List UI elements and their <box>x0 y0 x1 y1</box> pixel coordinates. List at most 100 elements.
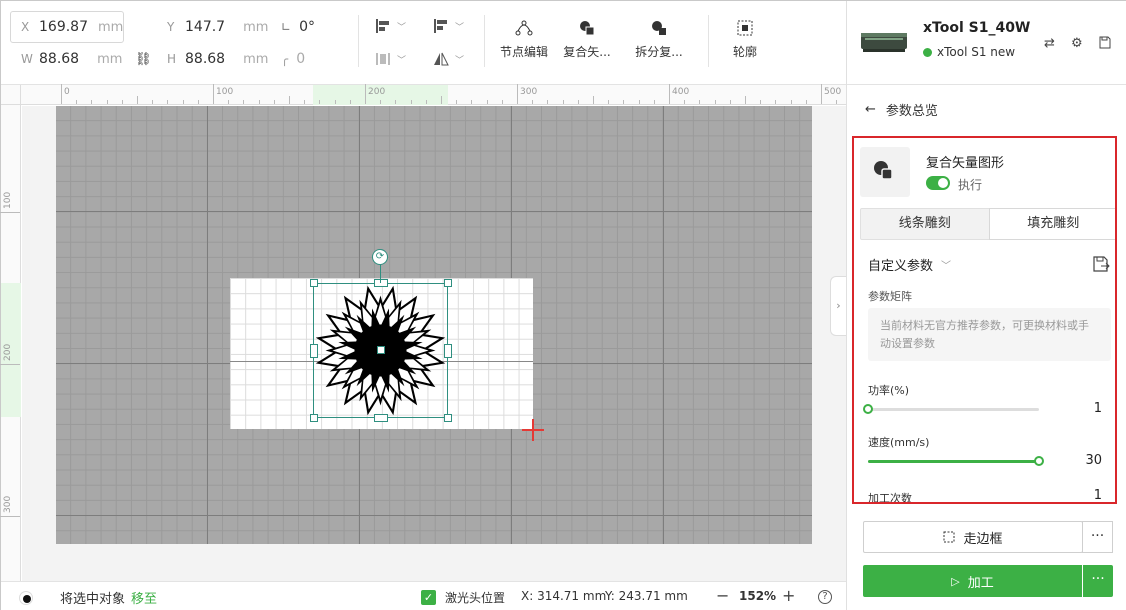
outline-label: 轮廓 <box>732 45 757 59</box>
execute-label: 执行 <box>958 178 983 192</box>
lock-ratio-icon[interactable]: ⛓ <box>135 45 152 73</box>
speed-slider[interactable] <box>868 456 1044 466</box>
laser-position-label: 激光头位置 <box>445 591 506 605</box>
w-unit: mm <box>97 51 123 67</box>
ruler-minor-tick <box>441 96 442 104</box>
device-header: xTool S1_40W xTool S1 new ⇄ ⚙ <box>847 1 1126 85</box>
y-value[interactable]: 147.7 <box>185 19 225 35</box>
laser-head-crosshair-icon <box>521 419 545 443</box>
ruler-minor-tick <box>137 96 138 104</box>
x-value[interactable]: 169.87 <box>39 19 88 35</box>
x-label: X <box>21 20 30 34</box>
split-button[interactable]: 拆分复... <box>625 19 693 60</box>
align-horizontal-dropdown[interactable]: ﹀ <box>375 18 406 34</box>
align-vertical-dropdown[interactable]: ﹀ <box>433 18 464 34</box>
ruler-minor-tick <box>501 100 503 104</box>
device-status[interactable]: xTool S1 new <box>923 45 1015 59</box>
ruler-tick <box>213 84 214 104</box>
move-to-link[interactable]: 移至 <box>131 592 157 607</box>
align-horizontal-icon <box>376 19 389 33</box>
flip-dropdown[interactable]: ﹀ <box>433 51 464 67</box>
flip-icon <box>434 52 449 66</box>
zoom-in-button[interactable]: + <box>782 586 795 605</box>
process-button[interactable]: ▷ 加工 <box>863 565 1082 597</box>
angle-icon: ∟ <box>281 20 292 34</box>
move-selected-label: 将选中对象 <box>60 592 126 607</box>
ruler-minor-tick <box>653 100 655 104</box>
back-to-overview[interactable]: ← 参数总览 <box>865 100 938 119</box>
h-field[interactable]: H 88.68 mm <box>167 45 268 73</box>
power-slider-knob[interactable] <box>863 404 873 414</box>
ruler-label: 200 <box>368 87 386 97</box>
object-target-icon[interactable] <box>19 591 33 605</box>
ruler-minor-tick <box>623 100 625 104</box>
save-params-icon[interactable] <box>1092 255 1110 273</box>
ruler-tick <box>61 84 62 104</box>
center-handle[interactable] <box>377 346 385 354</box>
zoom-level[interactable]: 152% <box>739 589 776 603</box>
resize-handle-sw[interactable] <box>310 414 318 422</box>
rotate-connector <box>380 265 381 283</box>
power-value[interactable]: 1 <box>1054 401 1102 416</box>
device-name: xTool S1_40W <box>923 20 1031 36</box>
frame-button[interactable]: 走边框 <box>863 521 1083 553</box>
laser-position-checkbox[interactable]: ✓ <box>421 590 436 605</box>
ruler-minor-tick <box>106 100 108 104</box>
operation-title: 复合矢量图形 <box>926 156 1005 171</box>
h-value[interactable]: 88.68 <box>185 51 225 67</box>
resize-handle-s[interactable] <box>374 414 388 422</box>
ruler-minor-tick <box>836 100 838 104</box>
x-field[interactable]: X 169.87 mm <box>21 13 123 41</box>
tab-fill-engrave[interactable]: 填充雕刻 <box>988 208 1115 240</box>
rotate-handle-icon[interactable]: ⟳ <box>372 249 388 265</box>
process-more-button[interactable]: ··· <box>1082 565 1113 597</box>
passes-value[interactable]: 1 <box>1054 488 1102 502</box>
frame-more-button[interactable]: ··· <box>1082 521 1113 553</box>
h-unit: mm <box>243 51 269 67</box>
overview-label: 参数总览 <box>885 104 938 119</box>
distribute-dropdown[interactable]: ﹀ <box>375 51 406 67</box>
resize-handle-se[interactable] <box>444 414 452 422</box>
corner-value[interactable]: 0 <box>296 51 305 67</box>
ruler-tick <box>821 84 822 104</box>
x-unit: mm <box>98 19 124 35</box>
panel-collapse-button[interactable]: › <box>830 276 846 336</box>
w-value[interactable]: 88.68 <box>39 51 79 67</box>
node-edit-label: 节点编辑 <box>499 45 548 59</box>
outline-button[interactable]: 轮廓 <box>711 19 779 60</box>
ruler-minor-tick <box>456 100 458 104</box>
laser-x-coord: X: 314.71 mm <box>521 589 607 603</box>
resize-handle-nw[interactable] <box>310 279 318 287</box>
resize-handle-ne[interactable] <box>444 279 452 287</box>
speed-slider-knob[interactable] <box>1034 456 1044 466</box>
ruler-tick <box>0 212 20 213</box>
execute-toggle[interactable] <box>926 176 950 190</box>
speed-value[interactable]: 30 <box>1054 453 1102 468</box>
resize-handle-w[interactable] <box>310 344 318 358</box>
ruler-label: 300 <box>3 495 13 513</box>
resize-handle-e[interactable] <box>444 344 452 358</box>
resize-handle-n[interactable] <box>374 279 388 287</box>
toolbar-divider <box>484 15 485 67</box>
help-icon[interactable]: ? <box>818 590 832 604</box>
tab-line-engrave[interactable]: 线条雕刻 <box>861 209 989 239</box>
angle-field[interactable]: ∟ 0° <box>281 13 315 41</box>
compound-button[interactable]: 复合矢... <box>553 19 621 60</box>
top-toolbar: X 169.87 mm Y 147.7 mm ∟ 0° W 88.68 mm ⛓… <box>1 1 846 85</box>
y-unit: mm <box>243 19 269 35</box>
w-field[interactable]: W 88.68 mm <box>21 45 122 73</box>
node-edit-button[interactable]: 节点编辑 <box>490 19 558 60</box>
power-slider[interactable] <box>863 404 1039 414</box>
angle-value[interactable]: 0° <box>299 19 315 35</box>
settings-icon[interactable]: ⚙ <box>1071 36 1083 51</box>
custom-params-dropdown[interactable]: 自定义参数 ﹀ <box>868 255 951 274</box>
laser-y-coord: Y: 243.71 mm <box>605 589 688 603</box>
move-selected-text: 将选中对象 移至 <box>60 588 157 607</box>
switch-device-icon[interactable]: ⇄ <box>1044 36 1055 51</box>
zoom-out-button[interactable]: − <box>716 586 729 605</box>
ruler-label: 400 <box>672 87 690 97</box>
y-field[interactable]: Y 147.7 mm <box>167 13 268 41</box>
corner-field[interactable]: ╭ 0 <box>281 45 305 73</box>
save-file-icon[interactable] <box>1099 36 1111 53</box>
corner-radius-icon: ╭ <box>281 52 289 66</box>
